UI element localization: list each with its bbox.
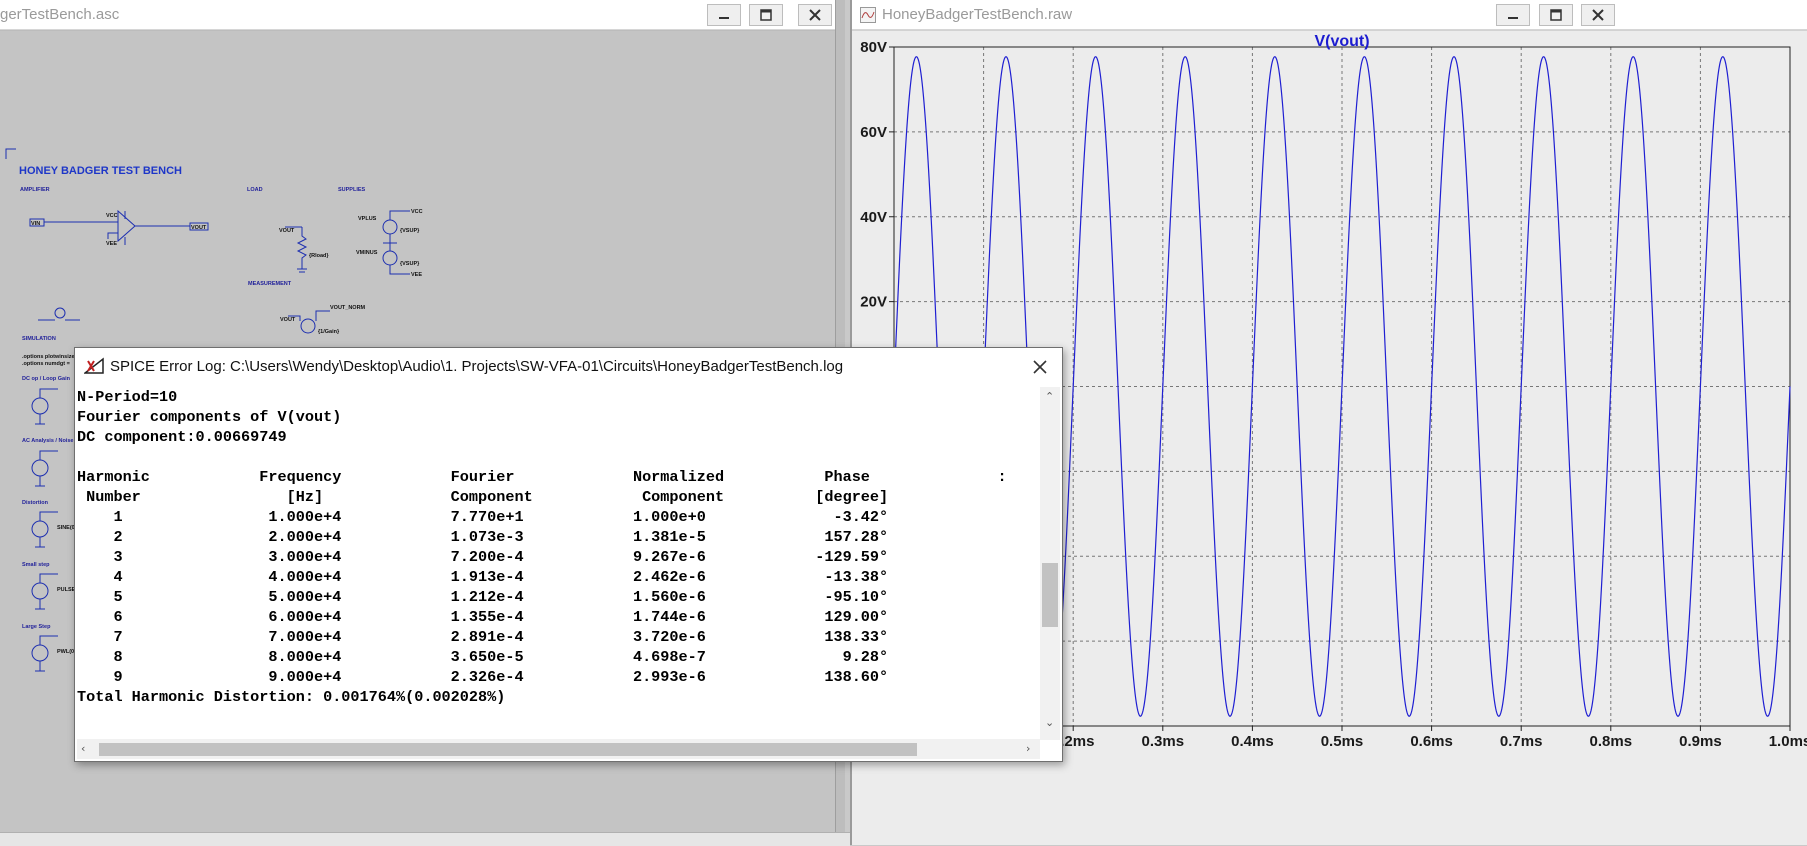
net-vee: VEE bbox=[106, 241, 118, 247]
label-small-step: Small step bbox=[22, 562, 50, 568]
close-icon bbox=[809, 9, 821, 21]
maximize-button[interactable] bbox=[1539, 4, 1573, 26]
log-line: 4 4.000e+4 1.913e-4 2.462e-6 -13.38° bbox=[77, 568, 889, 586]
minimize-button[interactable] bbox=[1496, 4, 1530, 26]
scroll-right-icon[interactable]: › bbox=[1026, 743, 1030, 755]
label-dc-op: DC op / Loop Gain bbox=[22, 376, 70, 382]
log-line: Total Harmonic Distortion: 0.001764%(0.0… bbox=[77, 688, 506, 706]
chart-title: V(vout) bbox=[1314, 33, 1369, 50]
label-gain: {1/Gain} bbox=[318, 329, 340, 335]
net-vee-supply: VEE bbox=[411, 272, 423, 278]
log-line: 2 2.000e+4 1.073e-3 1.381e-5 157.28° bbox=[77, 528, 889, 546]
label-rload: {Rload} bbox=[309, 253, 329, 259]
close-icon bbox=[1592, 9, 1604, 21]
close-button[interactable] bbox=[1581, 4, 1615, 26]
log-line: 9 9.000e+4 2.326e-4 2.993e-6 138.60° bbox=[77, 668, 889, 686]
label-ac-analysis: AC Analysis / Noise bbox=[22, 438, 74, 444]
ltspice-icon bbox=[84, 357, 104, 374]
error-log-titlebar: SPICE Error Log: C:\Users\Wendy\Desktop\… bbox=[75, 348, 1062, 386]
net-vout-load: VOUT bbox=[279, 228, 295, 234]
label-vminus: VMINUS bbox=[356, 250, 378, 256]
error-log-close-button[interactable] bbox=[1028, 355, 1052, 379]
label-large-step: Large Step bbox=[22, 624, 51, 630]
maximize-button[interactable] bbox=[749, 4, 783, 26]
label-measurement: MEASUREMENT bbox=[248, 281, 292, 287]
schematic-titlebar: gerTestBench.asc bbox=[0, 0, 845, 30]
log-line: DC component:0.00669749 bbox=[77, 428, 287, 446]
schematic-heading: HONEY BADGER TEST BENCH bbox=[19, 165, 182, 177]
schematic-window-title: gerTestBench.asc bbox=[0, 6, 120, 23]
error-log-title: SPICE Error Log: C:\Users\Wendy\Desktop\… bbox=[110, 358, 844, 375]
label-options2: .options numdgt = bbox=[22, 361, 70, 367]
bottom-bar bbox=[0, 832, 850, 846]
horizontal-scroll-thumb[interactable] bbox=[99, 743, 917, 756]
y-tick-label: 20V bbox=[860, 294, 887, 311]
net-vcc: VCC bbox=[106, 213, 118, 219]
log-line: 7 7.000e+4 2.891e-4 3.720e-6 138.33° bbox=[77, 628, 889, 646]
close-button[interactable] bbox=[798, 4, 832, 26]
log-line: Harmonic Frequency Fourier Normalized Ph… bbox=[77, 468, 1007, 486]
log-line: 6 6.000e+4 1.355e-4 1.744e-6 129.00° bbox=[77, 608, 889, 626]
label-vsup-minus: {VSUP} bbox=[400, 261, 420, 267]
net-vout-norm: VOUT_NORM bbox=[330, 305, 366, 311]
spice-error-log-dialog: SPICE Error Log: C:\Users\Wendy\Desktop\… bbox=[74, 347, 1063, 762]
log-line: 3 3.000e+4 7.200e-4 9.267e-6 -129.59° bbox=[77, 548, 889, 566]
x-tick-label: 0.6ms bbox=[1410, 733, 1453, 750]
y-tick-label: 80V bbox=[860, 39, 887, 56]
label-options1: .options plotwinsize bbox=[22, 354, 75, 360]
log-line: Fourier components of V(vout) bbox=[77, 408, 342, 426]
net-vout-meas: VOUT bbox=[280, 317, 296, 323]
maximize-icon bbox=[1550, 9, 1562, 21]
log-line: 5 5.000e+4 1.212e-4 1.560e-6 -95.10° bbox=[77, 588, 889, 606]
log-line: N-Period=10 bbox=[77, 388, 178, 406]
scroll-left-icon[interactable]: ‹ bbox=[81, 743, 85, 755]
horizontal-scrollbar[interactable]: ‹ › bbox=[77, 739, 1040, 759]
x-tick-label: 0.3ms bbox=[1142, 733, 1185, 750]
close-icon bbox=[1033, 360, 1047, 374]
x-tick-label: 0.8ms bbox=[1590, 733, 1633, 750]
net-vin: VIN bbox=[31, 221, 41, 227]
x-tick-label: 0.9ms bbox=[1679, 733, 1722, 750]
x-tick-label: 0.5ms bbox=[1321, 733, 1364, 750]
label-vsup-plus: {VSUP} bbox=[400, 228, 420, 234]
waveform-window-title: HoneyBadgerTestBench.raw bbox=[882, 6, 1073, 23]
vertical-scroll-thumb[interactable] bbox=[1042, 563, 1058, 627]
log-line: 1 1.000e+4 7.770e+1 1.000e+0 -3.42° bbox=[77, 508, 889, 526]
log-line: Number [Hz] Component Component [degree] bbox=[77, 488, 889, 506]
vertical-scrollbar[interactable]: ⌃ ⌄ bbox=[1040, 387, 1060, 740]
minimize-icon bbox=[1508, 17, 1518, 19]
minimize-button[interactable] bbox=[707, 4, 741, 26]
label-distortion: Distortion bbox=[22, 500, 48, 506]
net-vcc-supply: VCC bbox=[411, 209, 423, 215]
log-line: 8 8.000e+4 3.650e-5 4.698e-7 9.28° bbox=[77, 648, 889, 666]
error-log-text-area[interactable]: N-Period=10 Fourier components of V(vout… bbox=[77, 387, 1040, 720]
label-simulation: SIMULATION bbox=[22, 336, 56, 342]
label-supplies: SUPPLIES bbox=[338, 187, 366, 193]
maximize-icon bbox=[760, 9, 772, 21]
label-vplus: VPLUS bbox=[358, 216, 377, 222]
y-tick-label: 40V bbox=[860, 209, 887, 226]
scroll-up-icon[interactable]: ⌃ bbox=[1045, 391, 1054, 403]
y-tick-label: 60V bbox=[860, 124, 887, 141]
label-load: LOAD bbox=[247, 187, 263, 193]
waveform-titlebar: HoneyBadgerTestBench.raw bbox=[852, 0, 1807, 30]
label-amplifier: AMPLIFIER bbox=[20, 187, 50, 193]
x-tick-label: 1.0ms bbox=[1769, 733, 1807, 750]
minimize-icon bbox=[719, 17, 729, 19]
net-vout: VOUT bbox=[191, 225, 207, 231]
scroll-down-icon[interactable]: ⌄ bbox=[1045, 717, 1054, 729]
x-tick-label: 0.4ms bbox=[1231, 733, 1274, 750]
waveform-window-icon bbox=[860, 7, 876, 23]
error-log-text: N-Period=10 Fourier components of V(vout… bbox=[77, 387, 1040, 707]
x-tick-label: 0.7ms bbox=[1500, 733, 1543, 750]
